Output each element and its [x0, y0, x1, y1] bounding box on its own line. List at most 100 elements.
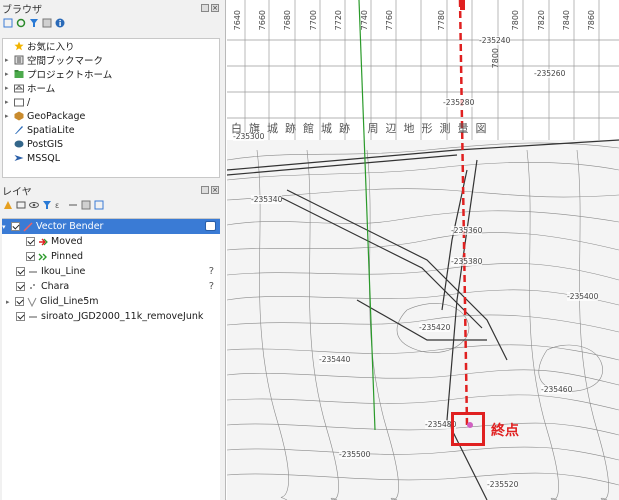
browser-dock-title: ブラウザ ×	[0, 0, 225, 16]
home-folder-icon	[14, 83, 24, 93]
filter-icon[interactable]	[42, 200, 52, 210]
browser-title: ブラウザ	[2, 4, 42, 16]
layers-tree: ▾ Vector Bender Moved Pinned Ikou_Line ?…	[2, 218, 220, 500]
x-tick-7840: 7840	[562, 10, 571, 31]
style-icon[interactable]	[3, 200, 13, 210]
x-tick-7760: 7760	[385, 10, 394, 31]
collapse-icon[interactable]	[42, 18, 52, 28]
line-layer-icon	[28, 267, 38, 277]
expand-arrow[interactable]: ▾	[2, 223, 8, 231]
layer-visibility-checkbox[interactable]	[16, 282, 25, 291]
root-folder-icon	[14, 97, 24, 107]
x-tick-7720: 7720	[334, 10, 343, 31]
coord-label: -235460	[541, 385, 573, 394]
expand-arrow[interactable]: ▸	[5, 84, 11, 92]
endpoint-highlight-box	[451, 412, 485, 446]
filter-expression-icon[interactable]: ε	[55, 200, 65, 210]
coord-label: -235360	[451, 226, 483, 235]
left-panel: ブラウザ × お気に入り ▸ 空間ブックマーク ▸ プロジェクトホーム ▸ ホー…	[0, 0, 226, 500]
browser-item-label: /	[27, 96, 31, 108]
refresh-icon[interactable]	[16, 18, 26, 28]
moved-arrow-icon	[38, 237, 48, 247]
browser-item-label: PostGIS	[27, 138, 64, 150]
layers-title: レイヤ	[2, 186, 32, 198]
browser-item-root[interactable]: ▸ /	[3, 95, 219, 109]
x-tick-7640: 7640	[233, 10, 242, 31]
layer-item-chara[interactable]: Chara ?	[2, 279, 220, 294]
expand-arrow[interactable]: ▸	[5, 56, 11, 64]
layer-item-pinned[interactable]: Pinned	[2, 249, 220, 264]
expand-arrow[interactable]: ▸	[5, 112, 11, 120]
x-tick-7800-inner: 7800	[491, 48, 500, 69]
unknown-crs-icon[interactable]: ?	[209, 266, 214, 277]
expand-arrow[interactable]: ▸	[5, 98, 11, 106]
coord-label: -235520	[487, 480, 519, 489]
remove-layer-icon[interactable]	[94, 200, 104, 210]
layer-visibility-checkbox[interactable]	[15, 297, 24, 306]
edit-mode-icon[interactable]	[205, 221, 216, 231]
eye-icon[interactable]	[29, 200, 39, 210]
close-icon[interactable]: ×	[211, 186, 219, 194]
layer-visibility-checkbox[interactable]	[11, 222, 20, 231]
x-tick-7780: 7780	[437, 10, 446, 31]
filter-icon[interactable]	[29, 18, 39, 28]
browser-item-favorites[interactable]: お気に入り	[3, 39, 219, 53]
layer-item-moved[interactable]: Moved	[2, 234, 220, 249]
browser-item-home[interactable]: ▸ ホーム	[3, 81, 219, 95]
close-icon[interactable]: ×	[211, 4, 219, 12]
line-layer-icon	[28, 312, 38, 322]
layer-label: Vector Bender	[36, 221, 104, 232]
browser-tree: お気に入り ▸ 空間ブックマーク ▸ プロジェクトホーム ▸ ホーム ▸ / ▸…	[2, 38, 220, 178]
layer-item-vector-bender[interactable]: ▾ Vector Bender	[2, 219, 220, 234]
layers-toolbar: ε	[0, 198, 225, 212]
info-icon[interactable]	[55, 18, 65, 28]
add-group-icon[interactable]	[16, 200, 26, 210]
project-home-icon	[14, 69, 24, 79]
layer-label: siroato_JGD2000_11k_removeJunk	[41, 311, 204, 322]
browser-item-label: GeoPackage	[27, 110, 86, 122]
layers-dock: レイヤ × ε	[0, 182, 225, 212]
unknown-crs-icon[interactable]: ?	[209, 281, 214, 292]
layer-item-glid-line5m[interactable]: ▸ Glid_Line5m	[2, 294, 220, 309]
star-icon	[14, 41, 24, 51]
browser-item-spatialite[interactable]: SpatiaLite	[3, 123, 219, 137]
browser-item-project-home[interactable]: ▸ プロジェクトホーム	[3, 67, 219, 81]
coord-label: -235260	[534, 69, 566, 78]
expand-arrow[interactable]: ▸	[5, 70, 11, 78]
layer-visibility-checkbox[interactable]	[26, 237, 35, 246]
layer-visibility-checkbox[interactable]	[16, 312, 25, 321]
expand-arrow[interactable]: ▸	[6, 298, 12, 306]
collapse-all-icon[interactable]	[81, 200, 91, 210]
browser-item-label: ホーム	[27, 84, 56, 95]
line-layer-icon	[27, 297, 37, 307]
add-layer-icon[interactable]	[3, 18, 13, 28]
float-icon[interactable]	[201, 186, 209, 194]
x-tick-7800: 7800	[511, 10, 520, 31]
layer-label: Chara	[41, 281, 70, 292]
expand-all-icon[interactable]	[68, 200, 78, 210]
x-tick-7860: 7860	[587, 10, 596, 31]
layer-item-ikou-line[interactable]: Ikou_Line ?	[2, 264, 220, 279]
line-layer-icon	[23, 221, 33, 232]
x-tick-7820: 7820	[537, 10, 546, 31]
map-canvas[interactable]: 7640 7660 7680 7700 7720 7740 7760 7780 …	[227, 0, 619, 500]
browser-item-postgis[interactable]: PostGIS	[3, 137, 219, 151]
map-sheet-title: 白旗城跡館城跡 周辺地形測量図	[231, 122, 494, 135]
endpoint-label: 終点	[491, 423, 519, 439]
coord-label: -235280	[443, 98, 475, 107]
layer-label: Pinned	[51, 251, 84, 262]
svg-text:ε: ε	[55, 201, 59, 210]
browser-item-mssql[interactable]: MSSQL	[3, 151, 219, 165]
browser-item-geopackage[interactable]: ▸ GeoPackage	[3, 109, 219, 123]
layer-item-siroato[interactable]: siroato_JGD2000_11k_removeJunk	[2, 309, 220, 324]
pinned-arrow-icon	[38, 252, 48, 262]
bookmark-icon	[14, 55, 24, 65]
browser-item-label: プロジェクトホーム	[27, 70, 113, 81]
coord-label: -235380	[451, 257, 483, 266]
browser-item-label: MSSQL	[27, 152, 61, 164]
layer-visibility-checkbox[interactable]	[16, 267, 25, 276]
browser-item-label: SpatiaLite	[27, 124, 75, 136]
float-icon[interactable]	[201, 4, 209, 12]
browser-item-bookmarks[interactable]: ▸ 空間ブックマーク	[3, 53, 219, 67]
layer-visibility-checkbox[interactable]	[26, 252, 35, 261]
